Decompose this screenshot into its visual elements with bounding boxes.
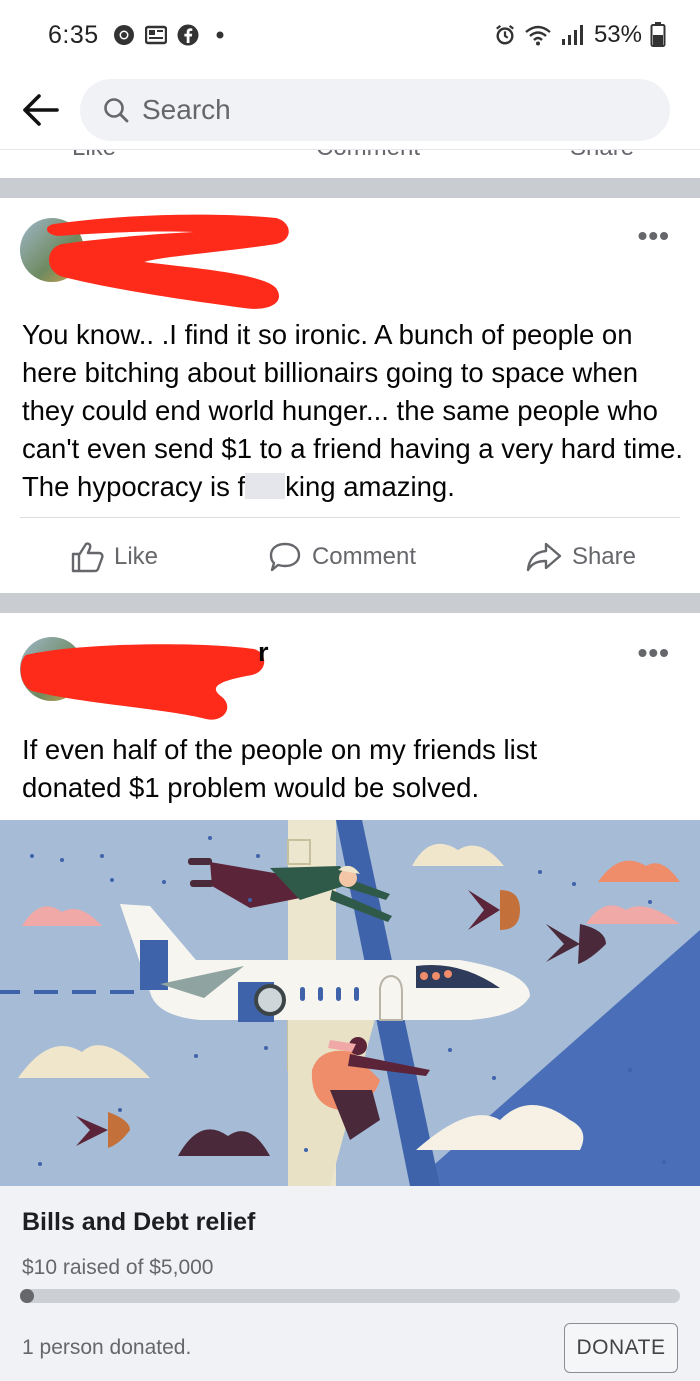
like-button[interactable]: Like	[70, 541, 158, 573]
fundraiser-progress-fill	[20, 1289, 34, 1303]
share-icon	[526, 542, 562, 571]
status-bar: 6:35 53%	[0, 0, 700, 70]
search-bar[interactable]	[80, 78, 670, 141]
post-1: ••• You know.. .I find it so ironic. A b…	[0, 198, 700, 593]
chrome-icon	[113, 24, 135, 46]
search-header	[0, 70, 700, 150]
battery-icon	[650, 22, 666, 47]
signal-icon	[560, 24, 586, 46]
share-button[interactable]: Share	[526, 541, 636, 573]
post-options-button[interactable]: •••	[638, 637, 670, 669]
comment-icon	[269, 542, 301, 571]
author-name-fragment[interactable]: r	[258, 637, 269, 668]
fundraiser-illustration	[0, 820, 700, 1186]
previous-comment-label[interactable]: Comment	[316, 150, 420, 161]
news-icon	[144, 24, 167, 46]
fundraiser-raised: $10 raised of $5,000	[22, 1256, 214, 1279]
status-time: 6:35	[48, 20, 99, 49]
fundraiser-image[interactable]	[0, 820, 700, 1186]
battery-percent: 53%	[593, 21, 642, 48]
search-icon	[104, 97, 129, 122]
previous-post-actions: Like Comment Share	[0, 150, 700, 178]
post-text: You know.. .I find it so ironic. A bunch…	[22, 319, 684, 502]
like-label: Like	[114, 542, 159, 570]
comment-label: Comment	[311, 542, 416, 570]
back-button[interactable]	[0, 75, 80, 145]
feed-divider	[0, 178, 700, 198]
thumbs-up-icon	[71, 541, 104, 572]
previous-like-label[interactable]: Like	[72, 150, 116, 162]
post-2: r ••• If even half of the people on my f…	[0, 613, 700, 820]
redaction-scribble	[20, 644, 265, 720]
previous-share-label[interactable]: Share	[570, 150, 634, 161]
alarm-icon	[494, 24, 516, 46]
donate-button[interactable]: DONATE	[564, 1323, 678, 1373]
arrow-left-icon	[23, 93, 59, 126]
post-options-button[interactable]: •••	[638, 220, 670, 252]
fundraiser-progress-bar	[20, 1289, 680, 1303]
dot-icon	[209, 24, 231, 46]
feed-divider	[0, 593, 700, 613]
wifi-icon	[524, 24, 552, 46]
facebook-icon	[177, 24, 199, 46]
censor-block	[245, 473, 286, 499]
share-label: Share	[571, 542, 636, 570]
redaction-scribble	[46, 214, 289, 309]
search-input[interactable]	[142, 93, 582, 126]
fundraiser-card[interactable]: Bills and Debt relief $10 raised of $5,0…	[0, 1186, 700, 1381]
post-text: If even half of the people on my friends…	[22, 734, 538, 803]
comment-button[interactable]: Comment	[268, 541, 416, 573]
fundraiser-donors: 1 person donated.	[22, 1336, 192, 1359]
post-actions: Like Comment Share	[20, 517, 680, 595]
fundraiser-title[interactable]: Bills and Debt relief	[22, 1208, 255, 1237]
